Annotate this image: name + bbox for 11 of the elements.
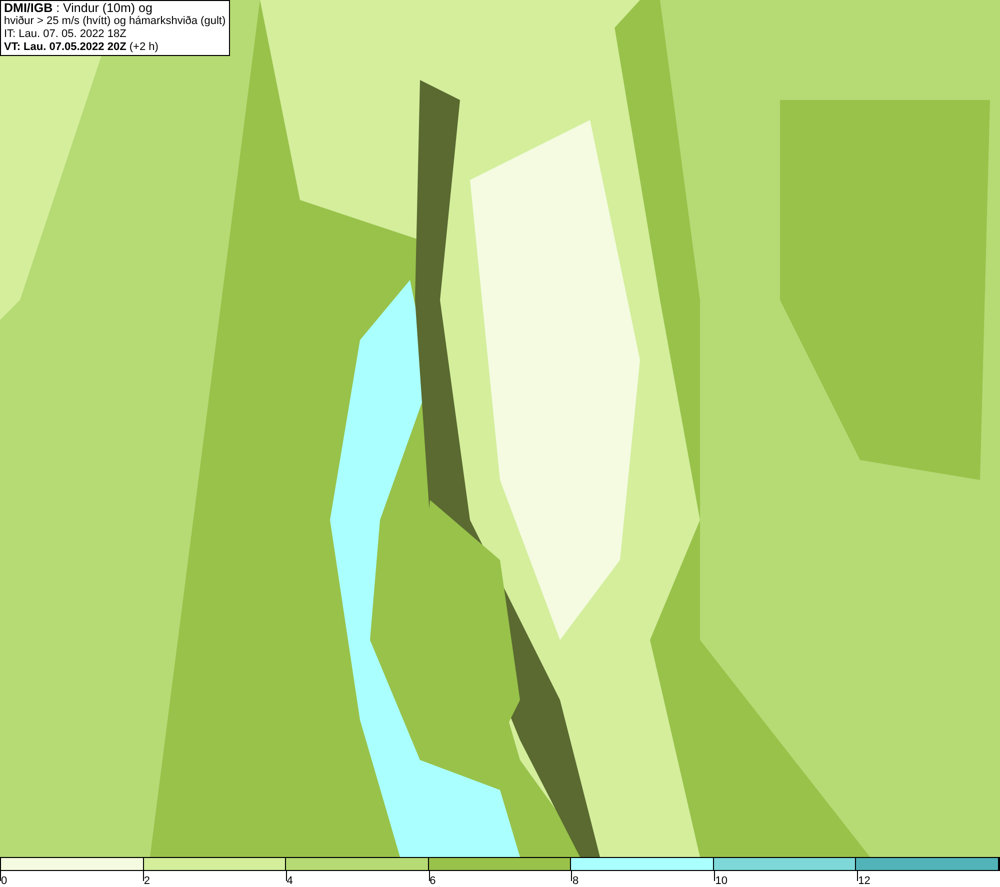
info-text: VT: Lau. 07.05.2022 20Z (+2 h) bbox=[4, 41, 160, 54]
info-text: hviður > 25 m/s (hvítt) og hámarkshviða (gult) bbox=[4, 15, 226, 28]
info-text: DMI/IGB : Vindur (10m) og bbox=[4, 2, 154, 15]
scale-label: 2 bbox=[144, 874, 150, 887]
scale-label: 8 bbox=[572, 874, 579, 887]
scale-label: 6 bbox=[430, 874, 436, 887]
scale-label: 10 bbox=[715, 874, 728, 887]
scale-label: 12 bbox=[858, 874, 870, 887]
info-text: IT: Lau. 07. 05. 2022 18Z bbox=[4, 28, 128, 41]
scale-label: 0 bbox=[1, 874, 8, 887]
scale-label: 4 bbox=[286, 874, 293, 887]
